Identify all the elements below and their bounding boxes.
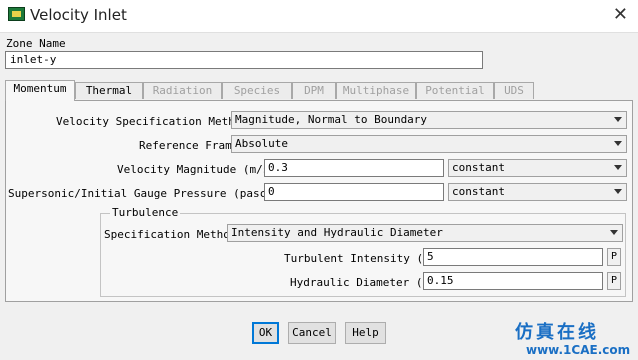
turbulence-spec-method-label: Specification Method — [104, 228, 237, 241]
tab-potential[interactable]: Potential — [416, 82, 494, 99]
turbulence-spec-method-value: Intensity and Hydraulic Diameter — [231, 226, 443, 239]
app-icon — [8, 7, 25, 21]
ok-button[interactable]: OK — [252, 322, 279, 344]
chevron-down-icon — [610, 230, 618, 235]
close-icon[interactable]: ✕ — [613, 4, 628, 25]
help-button[interactable]: Help — [345, 322, 386, 344]
tab-thermal[interactable]: Thermal — [75, 82, 143, 99]
tab-uds[interactable]: UDS — [494, 82, 534, 99]
chevron-down-icon — [614, 165, 622, 170]
watermark-text: 仿真在线 — [515, 322, 599, 343]
cancel-button[interactable]: Cancel — [288, 322, 336, 344]
chevron-down-icon — [614, 189, 622, 194]
velocity-magnitude-profile-value: constant — [452, 161, 505, 174]
tab-bar: Momentum Thermal Radiation Species DPM M… — [5, 80, 635, 101]
turbulence-spec-method-dropdown[interactable]: Intensity and Hydraulic Diameter — [227, 224, 623, 242]
hydraulic-diameter-label: Hydraulic Diameter (m) — [290, 276, 436, 289]
tab-radiation[interactable]: Radiation — [143, 82, 222, 99]
reference-frame-label: Reference Frame — [139, 139, 239, 152]
hydraulic-diameter-input[interactable]: 0.15 — [423, 272, 603, 290]
watermark-url: www.1CAE.com — [526, 343, 631, 357]
velocity-magnitude-input[interactable]: 0.3 — [264, 159, 444, 177]
velocity-spec-method-value: Magnitude, Normal to Boundary — [235, 113, 428, 126]
reference-frame-value: Absolute — [235, 137, 288, 150]
turbulent-intensity-param-button[interactable]: P — [607, 248, 621, 266]
velocity-magnitude-label: Velocity Magnitude (m/s) — [117, 163, 276, 176]
window-title: Velocity Inlet — [30, 6, 127, 24]
velocity-spec-method-label: Velocity Specification Method — [56, 115, 249, 128]
chevron-down-icon — [614, 117, 622, 122]
tab-momentum[interactable]: Momentum — [5, 80, 75, 101]
velocity-magnitude-profile-dropdown[interactable]: constant — [448, 159, 627, 177]
reference-frame-dropdown[interactable]: Absolute — [231, 135, 627, 153]
tab-multiphase[interactable]: Multiphase — [336, 82, 416, 99]
zone-name-label: Zone Name — [6, 37, 66, 50]
gauge-pressure-input[interactable]: 0 — [264, 183, 444, 201]
turbulent-intensity-input[interactable]: 5 — [423, 248, 603, 266]
gauge-pressure-profile-value: constant — [452, 185, 505, 198]
tab-species[interactable]: Species — [222, 82, 292, 99]
title-bar: Velocity Inlet ✕ — [0, 0, 638, 33]
gauge-pressure-label: Supersonic/Initial Gauge Pressure (pasca… — [8, 187, 287, 200]
turbulent-intensity-label: Turbulent Intensity (%) — [284, 252, 437, 265]
turbulence-group-title: Turbulence — [110, 206, 181, 219]
chevron-down-icon — [614, 141, 622, 146]
velocity-spec-method-dropdown[interactable]: Magnitude, Normal to Boundary — [231, 111, 627, 129]
hydraulic-diameter-param-button[interactable]: P — [607, 272, 621, 290]
zone-name-field[interactable]: inlet-y — [5, 51, 483, 69]
gauge-pressure-profile-dropdown[interactable]: constant — [448, 183, 627, 201]
tab-dpm[interactable]: DPM — [292, 82, 336, 99]
